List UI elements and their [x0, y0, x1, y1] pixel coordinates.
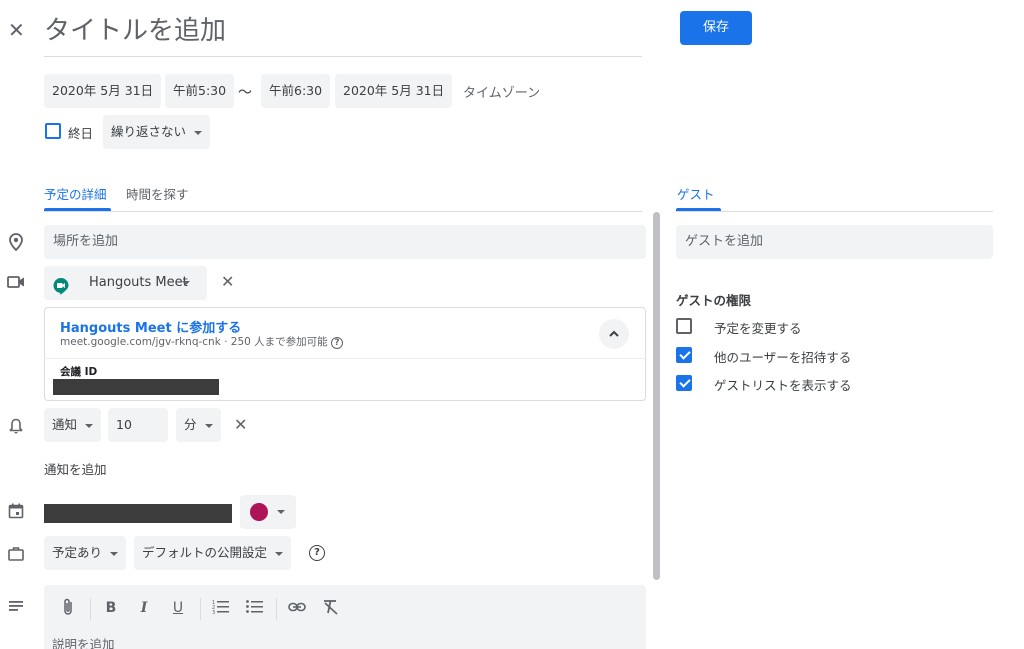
tab-find-time[interactable]: 時間を探す — [126, 184, 189, 203]
collapse-button[interactable] — [599, 319, 629, 349]
all-day-checkbox[interactable] — [45, 123, 61, 139]
notification-value-input[interactable]: 10 — [108, 408, 168, 442]
bulleted-list-icon[interactable] — [246, 599, 264, 619]
tabs-divider — [44, 211, 642, 212]
guests-divider — [676, 211, 993, 212]
underline-button[interactable]: U — [168, 598, 188, 618]
tab-details[interactable]: 予定の詳細 — [44, 184, 107, 203]
permission-label-see-guests: ゲストリストを表示する — [714, 378, 852, 393]
notification-unit-dropdown[interactable]: 分 — [176, 408, 221, 442]
time-separator: 〜 — [238, 85, 252, 101]
toolbar-separator — [90, 598, 91, 620]
notification-type-label: 通知 — [52, 417, 78, 432]
end-time-chip[interactable]: 午前6:30 — [261, 74, 331, 108]
timezone-link[interactable]: タイムゾーン — [463, 82, 540, 101]
meeting-id-redacted — [53, 379, 219, 395]
italic-button[interactable]: I — [134, 598, 154, 618]
permission-label-modify: 予定を変更する — [714, 321, 802, 336]
bell-icon — [4, 414, 28, 438]
end-date-chip[interactable]: 2020年 5月 31日 — [335, 74, 453, 108]
bold-button[interactable]: B — [101, 598, 121, 618]
remove-notification-icon[interactable]: ✕ — [234, 415, 247, 434]
description-input[interactable]: 説明を追加 — [52, 634, 115, 649]
toolbar-separator — [200, 598, 201, 620]
save-button[interactable]: 保存 — [680, 11, 752, 45]
clear-formatting-icon[interactable] — [322, 599, 340, 619]
availability-dropdown[interactable]: 予定あり — [44, 536, 127, 570]
chevron-down-icon — [275, 551, 284, 556]
description-icon — [4, 594, 28, 618]
scrollbar[interactable] — [653, 212, 660, 580]
help-icon[interactable]: ? — [331, 337, 344, 349]
chevron-up-icon — [609, 330, 619, 337]
add-guests-input[interactable]: ゲストを追加 — [676, 225, 993, 259]
tab-guests[interactable]: ゲスト — [677, 184, 715, 203]
chevron-down-icon — [204, 423, 213, 428]
visibility-dropdown[interactable]: デフォルトの公開設定 — [134, 536, 292, 570]
calendar-name-redacted[interactable] — [44, 504, 232, 523]
add-notification-link[interactable]: 通知を追加 — [44, 459, 107, 478]
remove-conference-icon[interactable]: ✕ — [221, 272, 234, 291]
chevron-down-icon — [182, 281, 190, 285]
video-camera-icon — [4, 270, 28, 294]
meet-card-divider — [44, 358, 646, 359]
permission-label-invite: 他のユーザーを招待する — [714, 350, 852, 365]
calendar-color-dropdown[interactable] — [240, 495, 296, 529]
close-icon[interactable]: ✕ — [8, 18, 25, 42]
title-input[interactable]: タイトルを追加 — [44, 10, 226, 47]
hangouts-meet-icon — [52, 274, 70, 295]
meeting-id-label: 会議 ID — [60, 366, 98, 378]
permission-checkbox-see-guests[interactable] — [676, 375, 692, 391]
visibility-label: デフォルトの公開設定 — [142, 545, 268, 560]
toolbar-separator — [276, 598, 277, 620]
chevron-down-icon — [85, 423, 94, 428]
briefcase-icon — [4, 541, 28, 565]
chevron-down-icon — [194, 130, 203, 135]
repeat-label: 繰り返さない — [111, 124, 187, 139]
notification-type-dropdown[interactable]: 通知 — [44, 408, 102, 442]
title-underline — [44, 56, 642, 57]
location-input[interactable]: 場所を追加 — [44, 225, 646, 259]
numbered-list-icon[interactable]: 123 — [212, 599, 230, 619]
availability-label: 予定あり — [52, 545, 103, 560]
start-date-chip[interactable]: 2020年 5月 31日 — [44, 74, 162, 108]
calendar-icon — [4, 499, 28, 523]
svg-text:3: 3 — [212, 610, 215, 615]
color-dot — [250, 503, 268, 521]
link-icon[interactable] — [288, 600, 306, 618]
conference-dropdown[interactable]: Hangouts Meet — [44, 266, 207, 300]
notification-unit-label: 分 — [184, 417, 197, 432]
chevron-down-icon — [277, 510, 285, 514]
location-pin-icon — [4, 230, 28, 254]
attachment-icon[interactable] — [60, 597, 78, 617]
all-day-label: 終日 — [68, 126, 94, 141]
conference-label: Hangouts Meet — [89, 275, 188, 290]
visibility-help-icon[interactable]: ? — [309, 545, 325, 561]
meet-info-text: meet.google.com/jgv-rknq-cnk · 250 人まで参加… — [60, 334, 344, 349]
chevron-down-icon — [110, 551, 119, 556]
guest-permissions-title: ゲストの権限 — [676, 293, 752, 308]
start-time-chip[interactable]: 午前5:30 — [165, 74, 235, 108]
permission-checkbox-modify[interactable] — [676, 318, 692, 334]
meet-url: meet.google.com/jgv-rknq-cnk · 250 人まで参加… — [60, 336, 328, 348]
permission-checkbox-invite[interactable] — [676, 347, 692, 363]
repeat-dropdown[interactable]: 繰り返さない — [103, 115, 211, 149]
